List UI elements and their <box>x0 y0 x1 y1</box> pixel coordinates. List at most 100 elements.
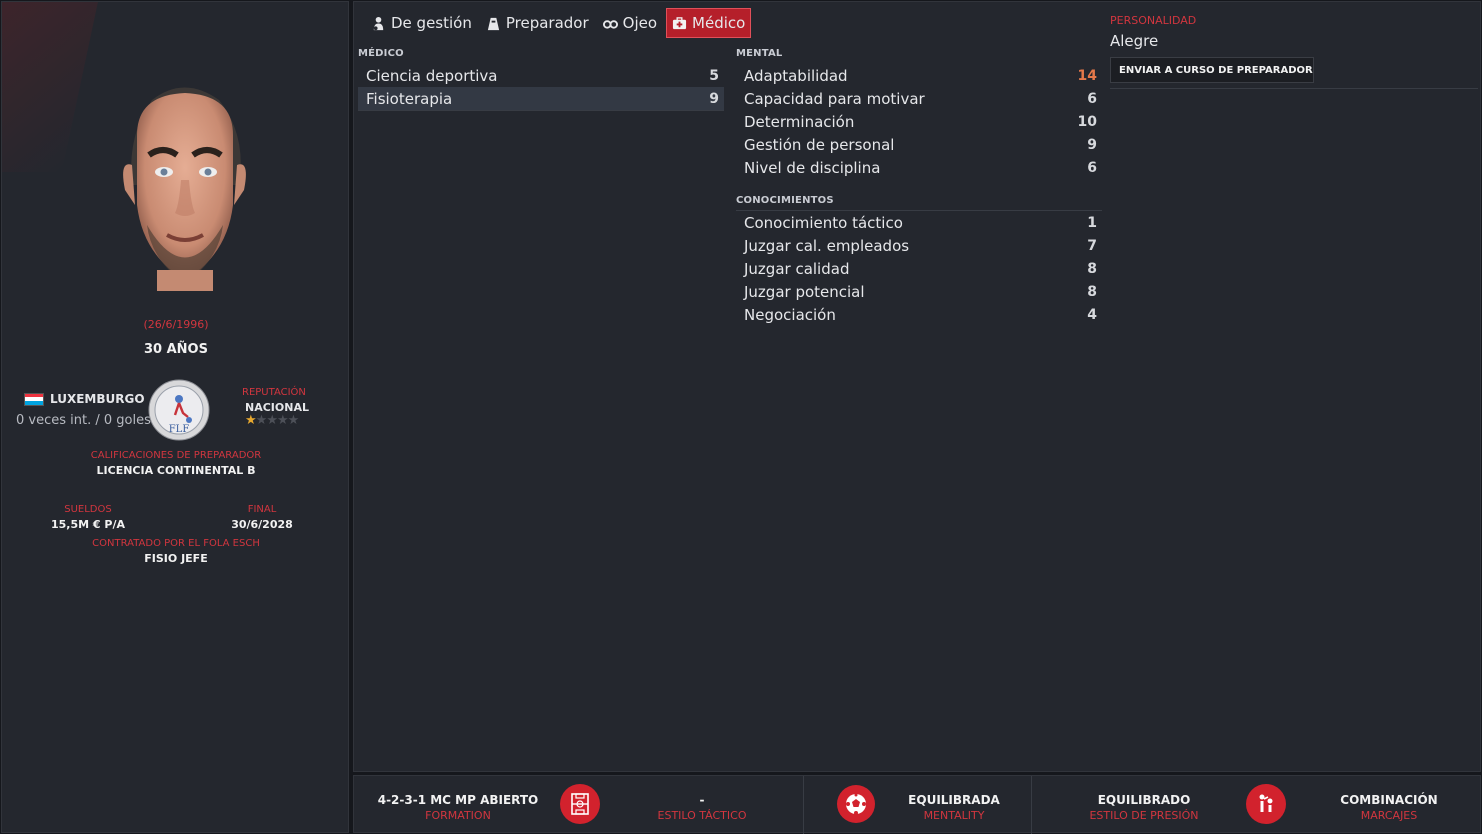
federation-badge[interactable]: FLF <box>148 379 210 441</box>
attribute-value: 14 <box>1077 67 1097 84</box>
attributes-panel: De gestión Preparador Ojeo Médico MÉDICO… <box>353 1 1481 772</box>
contract-end-value: 30/6/2028 <box>231 518 293 531</box>
attribute-row[interactable]: Capacidad para motivar 6 <box>736 87 1102 110</box>
international-caps: 0 veces int. / 0 goles <box>16 413 151 428</box>
tactical-style-label: ESTILO TÁCTICO <box>657 809 747 822</box>
attribute-name: Capacidad para motivar <box>744 89 925 108</box>
star-icon: ★ <box>276 413 289 428</box>
attribute-row[interactable]: Nivel de disciplina 6 <box>736 156 1102 179</box>
staff-role: FISIO JEFE <box>144 552 208 565</box>
attribute-row[interactable]: Fisioterapia 9 <box>358 87 724 110</box>
tab-medico[interactable]: Médico <box>666 8 752 38</box>
divider <box>803 776 804 834</box>
attribute-row[interactable]: Determinación 10 <box>736 110 1102 133</box>
employer-label[interactable]: CONTRATADO POR EL FOLA ESCH <box>2 538 348 549</box>
formation-value[interactable]: 4-2-3-1 MC MP ABIERTO <box>374 793 542 807</box>
personality-label: PERSONALIDAD <box>1110 14 1197 27</box>
attribute-row[interactable]: Juzgar calidad 8 <box>736 257 1102 280</box>
attribute-row[interactable]: Negociación 4 <box>736 303 1102 326</box>
background-decoration <box>2 2 103 172</box>
section-conocimientos-label: CONOCIMIENTOS <box>736 195 834 206</box>
tab-label: Preparador <box>505 14 589 32</box>
attribute-name: Gestión de personal <box>744 135 895 154</box>
mental-attribute-list: Adaptabilidad 14 Capacidad para motivar 6 … <box>736 64 1102 179</box>
medical-kit-icon <box>672 16 687 29</box>
pitch-icon <box>560 784 600 824</box>
star-icon: ★ <box>245 413 257 428</box>
attribute-name: Juzgar calidad <box>744 259 850 278</box>
manager-icon <box>373 16 384 30</box>
attribute-name: Ciencia deportiva <box>366 66 498 85</box>
coach-icon <box>487 17 499 30</box>
attribute-value: 6 <box>1087 159 1097 176</box>
formation-label: FORMATION <box>425 809 491 822</box>
attribute-value: 4 <box>1087 306 1097 323</box>
qualifications-label: CALIFICACIONES DE PREPARADOR <box>90 450 262 461</box>
attribute-row[interactable]: Conocimiento táctico 1 <box>736 211 1102 234</box>
mentality-label: MENTALITY <box>923 809 985 822</box>
attribute-name: Juzgar cal. empleados <box>744 236 910 255</box>
attribute-value: 5 <box>709 67 719 84</box>
football-icon <box>837 785 875 823</box>
wage-value: 15,5M € P/A <box>51 518 125 531</box>
tab-label: Ojeo <box>622 14 658 32</box>
knowledge-attribute-list: Conocimiento táctico 1 Juzgar cal. emplea… <box>736 211 1102 326</box>
nationality: LUXEMBURGO <box>24 392 145 406</box>
section-medico-label: MÉDICO <box>358 48 404 59</box>
badge-text: FLF <box>169 424 190 435</box>
wage-label: SUELDOS <box>64 504 112 515</box>
tab-de-gestion[interactable]: De gestión <box>366 8 477 38</box>
attribute-row[interactable]: Juzgar cal. empleados 7 <box>736 234 1102 257</box>
reputation-label: REPUTACIÓN <box>242 387 306 398</box>
attribute-name: Determinación <box>744 112 855 131</box>
staff-portrait <box>123 87 246 291</box>
qualifications-value: LICENCIA CONTINENTAL B <box>96 464 256 477</box>
attribute-row[interactable]: Ciencia deportiva 5 <box>358 64 724 87</box>
attribute-value: 8 <box>1087 260 1097 277</box>
attribute-name: Juzgar potencial <box>744 282 865 301</box>
personality-value: Alegre <box>1110 32 1159 50</box>
marking-value[interactable]: COMBINACIÓN <box>1309 793 1469 807</box>
mentality-value[interactable]: EQUILIBRADA <box>884 793 1024 807</box>
staff-profile-panel: (26/6/1996) 30 AÑOS LUXEMBURGO 0 veces i… <box>1 1 349 833</box>
tactical-style-value: - <box>699 793 705 807</box>
reputation-stars: ★★★★★ <box>245 413 300 428</box>
nation-name[interactable]: LUXEMBURGO <box>50 392 145 406</box>
divider <box>358 110 724 111</box>
tab-ojeo[interactable]: Ojeo <box>598 8 662 38</box>
attribute-value: 6 <box>1087 90 1097 107</box>
attribute-name: Conocimiento táctico <box>744 213 903 232</box>
contract-end-label: FINAL <box>247 504 277 515</box>
attribute-value: 10 <box>1077 113 1097 130</box>
marking-label: MARCAJES <box>1360 809 1418 822</box>
pressing-icon <box>1246 784 1286 824</box>
date-of-birth: (26/6/1996) <box>143 318 209 331</box>
attribute-value: 7 <box>1087 237 1097 254</box>
tab-preparador[interactable]: Preparador <box>481 8 594 38</box>
attribute-name: Adaptabilidad <box>744 66 848 85</box>
attribute-tabs: De gestión Preparador Ojeo Médico <box>366 8 752 38</box>
divider <box>1110 88 1478 89</box>
attribute-value: 1 <box>1087 214 1097 231</box>
tactics-summary-bar: 4-2-3-1 MC MP ABIERTO FORMATION - ESTILO… <box>353 775 1481 834</box>
send-to-coaching-course-button[interactable]: ENVIAR A CURSO DE PREPARADOR <box>1110 57 1314 83</box>
attribute-row[interactable]: Gestión de personal 9 <box>736 133 1102 156</box>
star-icon: ★ <box>287 413 300 428</box>
attribute-name: Nivel de disciplina <box>744 158 881 177</box>
attribute-name: Fisioterapia <box>366 89 453 108</box>
pressing-style-label: ESTILO DE PRESIÓN <box>1089 809 1199 822</box>
star-icon: ★ <box>255 413 268 428</box>
attribute-name: Negociación <box>744 305 836 324</box>
luxembourg-flag-icon <box>24 392 44 406</box>
medical-attribute-list: Ciencia deportiva 5 Fisioterapia 9 <box>358 64 724 111</box>
attribute-row[interactable]: Adaptabilidad 14 <box>736 64 1102 87</box>
tab-label: De gestión <box>391 14 472 32</box>
section-mental-label: MENTAL <box>736 48 783 59</box>
attribute-value: 9 <box>1087 136 1097 153</box>
star-icon: ★ <box>266 413 278 428</box>
attribute-row[interactable]: Juzgar potencial 8 <box>736 280 1102 303</box>
pressing-style-value[interactable]: EQUILIBRADO <box>1064 793 1224 807</box>
attribute-value: 9 <box>709 90 719 107</box>
tab-label: Médico <box>692 14 746 32</box>
divider <box>1031 776 1032 834</box>
